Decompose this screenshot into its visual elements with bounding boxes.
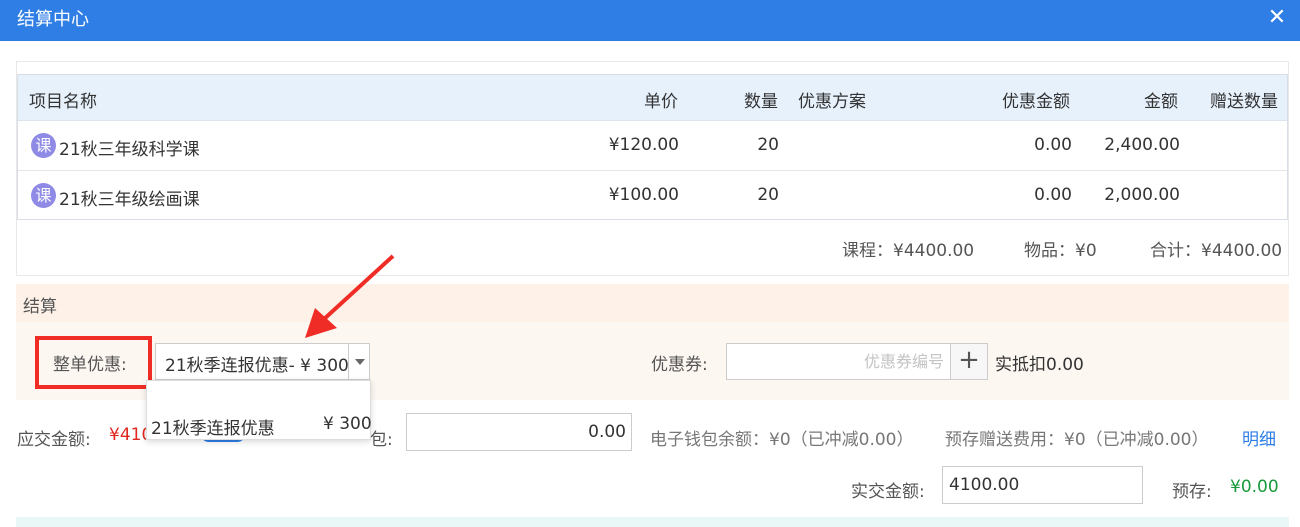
- dropdown-option[interactable]: 21秋季连报优惠 ¥ 300: [147, 381, 372, 439]
- col-price: 单价: [644, 92, 678, 112]
- due-label: 应交金额:: [17, 430, 91, 450]
- option-name: 21秋季连报优惠: [151, 419, 275, 439]
- table-row[interactable]: 课 21秋三年级绘画课 ¥100.00 20 0.00 2,000.00: [18, 171, 1287, 221]
- settle-section-header: 结算: [16, 284, 1289, 322]
- ewallet-balance: 电子钱包余额：¥0（已冲减0.00）: [650, 430, 914, 450]
- order-discount-select[interactable]: 21秋季连报优惠- ¥ 300: [155, 343, 370, 380]
- coupon-label: 优惠券:: [651, 355, 708, 375]
- discount-dropdown: 21秋季连报优惠 ¥ 300: [146, 380, 372, 440]
- item-name: 21秋三年级绘画课: [59, 190, 200, 210]
- annotation-arrow-icon: [305, 254, 395, 338]
- option-price: ¥ 300: [323, 414, 372, 434]
- col-gift-qty: 赠送数量: [1210, 92, 1278, 112]
- settle-title: 结算: [23, 297, 57, 317]
- coupon-deduct: 实抵扣0.00: [995, 355, 1084, 375]
- prestore-label: 预存:: [1172, 482, 1212, 502]
- chevron-down-icon[interactable]: [348, 344, 369, 379]
- table-row[interactable]: 课 21秋三年级科学课 ¥120.00 20 0.00 2,400.00: [18, 121, 1287, 171]
- item-qty: 20: [757, 135, 779, 155]
- coupon-input[interactable]: [726, 343, 951, 380]
- summary-total: 合计：¥4400.00: [1150, 241, 1283, 261]
- paid-label: 实交金额:: [851, 482, 925, 502]
- item-price: ¥100.00: [608, 185, 679, 205]
- item-price: ¥120.00: [608, 135, 679, 155]
- item-discount-amount: 0.00: [1034, 135, 1072, 155]
- add-coupon-button[interactable]: +: [950, 343, 988, 380]
- item-amount: 2,400.00: [1104, 135, 1180, 155]
- items-table: 项目名称 单价 数量 优惠方案 优惠金额 金额 赠送数量 课 21秋三年级科学课…: [17, 74, 1288, 220]
- summary-goods: 物品：¥0: [1024, 241, 1097, 261]
- close-icon[interactable]: ✕: [1264, 5, 1290, 31]
- course-badge-icon: 课: [31, 183, 56, 208]
- paid-amount-input[interactable]: [942, 466, 1143, 504]
- prestore-value: ¥0.00: [1230, 477, 1279, 497]
- col-qty: 数量: [744, 92, 778, 112]
- bottom-panel: [16, 517, 1289, 527]
- wallet-amount-input[interactable]: [406, 413, 632, 451]
- order-discount-label: 整单优惠:: [53, 355, 127, 375]
- detail-link[interactable]: 明细: [1242, 425, 1276, 450]
- item-qty: 20: [757, 185, 779, 205]
- item-name: 21秋三年级科学课: [59, 140, 200, 160]
- order-discount-value: 21秋季连报优惠- ¥ 300: [165, 356, 349, 376]
- summary-course: 课程：¥4400.00: [842, 241, 975, 261]
- wallet-label: 包:: [370, 430, 393, 450]
- window-title: 结算中心: [17, 9, 89, 30]
- course-badge-icon: 课: [31, 133, 56, 158]
- col-name: 项目名称: [29, 92, 97, 112]
- col-discount-plan: 优惠方案: [798, 92, 866, 112]
- title-bar: 结算中心 ✕: [0, 0, 1300, 41]
- prestore-gift-fee: 预存赠送费用：¥0（已冲减0.00）: [945, 430, 1209, 450]
- col-discount-amount: 优惠金额: [1002, 92, 1070, 112]
- item-discount-amount: 0.00: [1034, 185, 1072, 205]
- col-amount: 金额: [1144, 92, 1178, 112]
- table-header: 项目名称 单价 数量 优惠方案 优惠金额 金额 赠送数量: [18, 75, 1287, 121]
- item-amount: 2,000.00: [1104, 185, 1180, 205]
- plus-icon: +: [958, 345, 980, 375]
